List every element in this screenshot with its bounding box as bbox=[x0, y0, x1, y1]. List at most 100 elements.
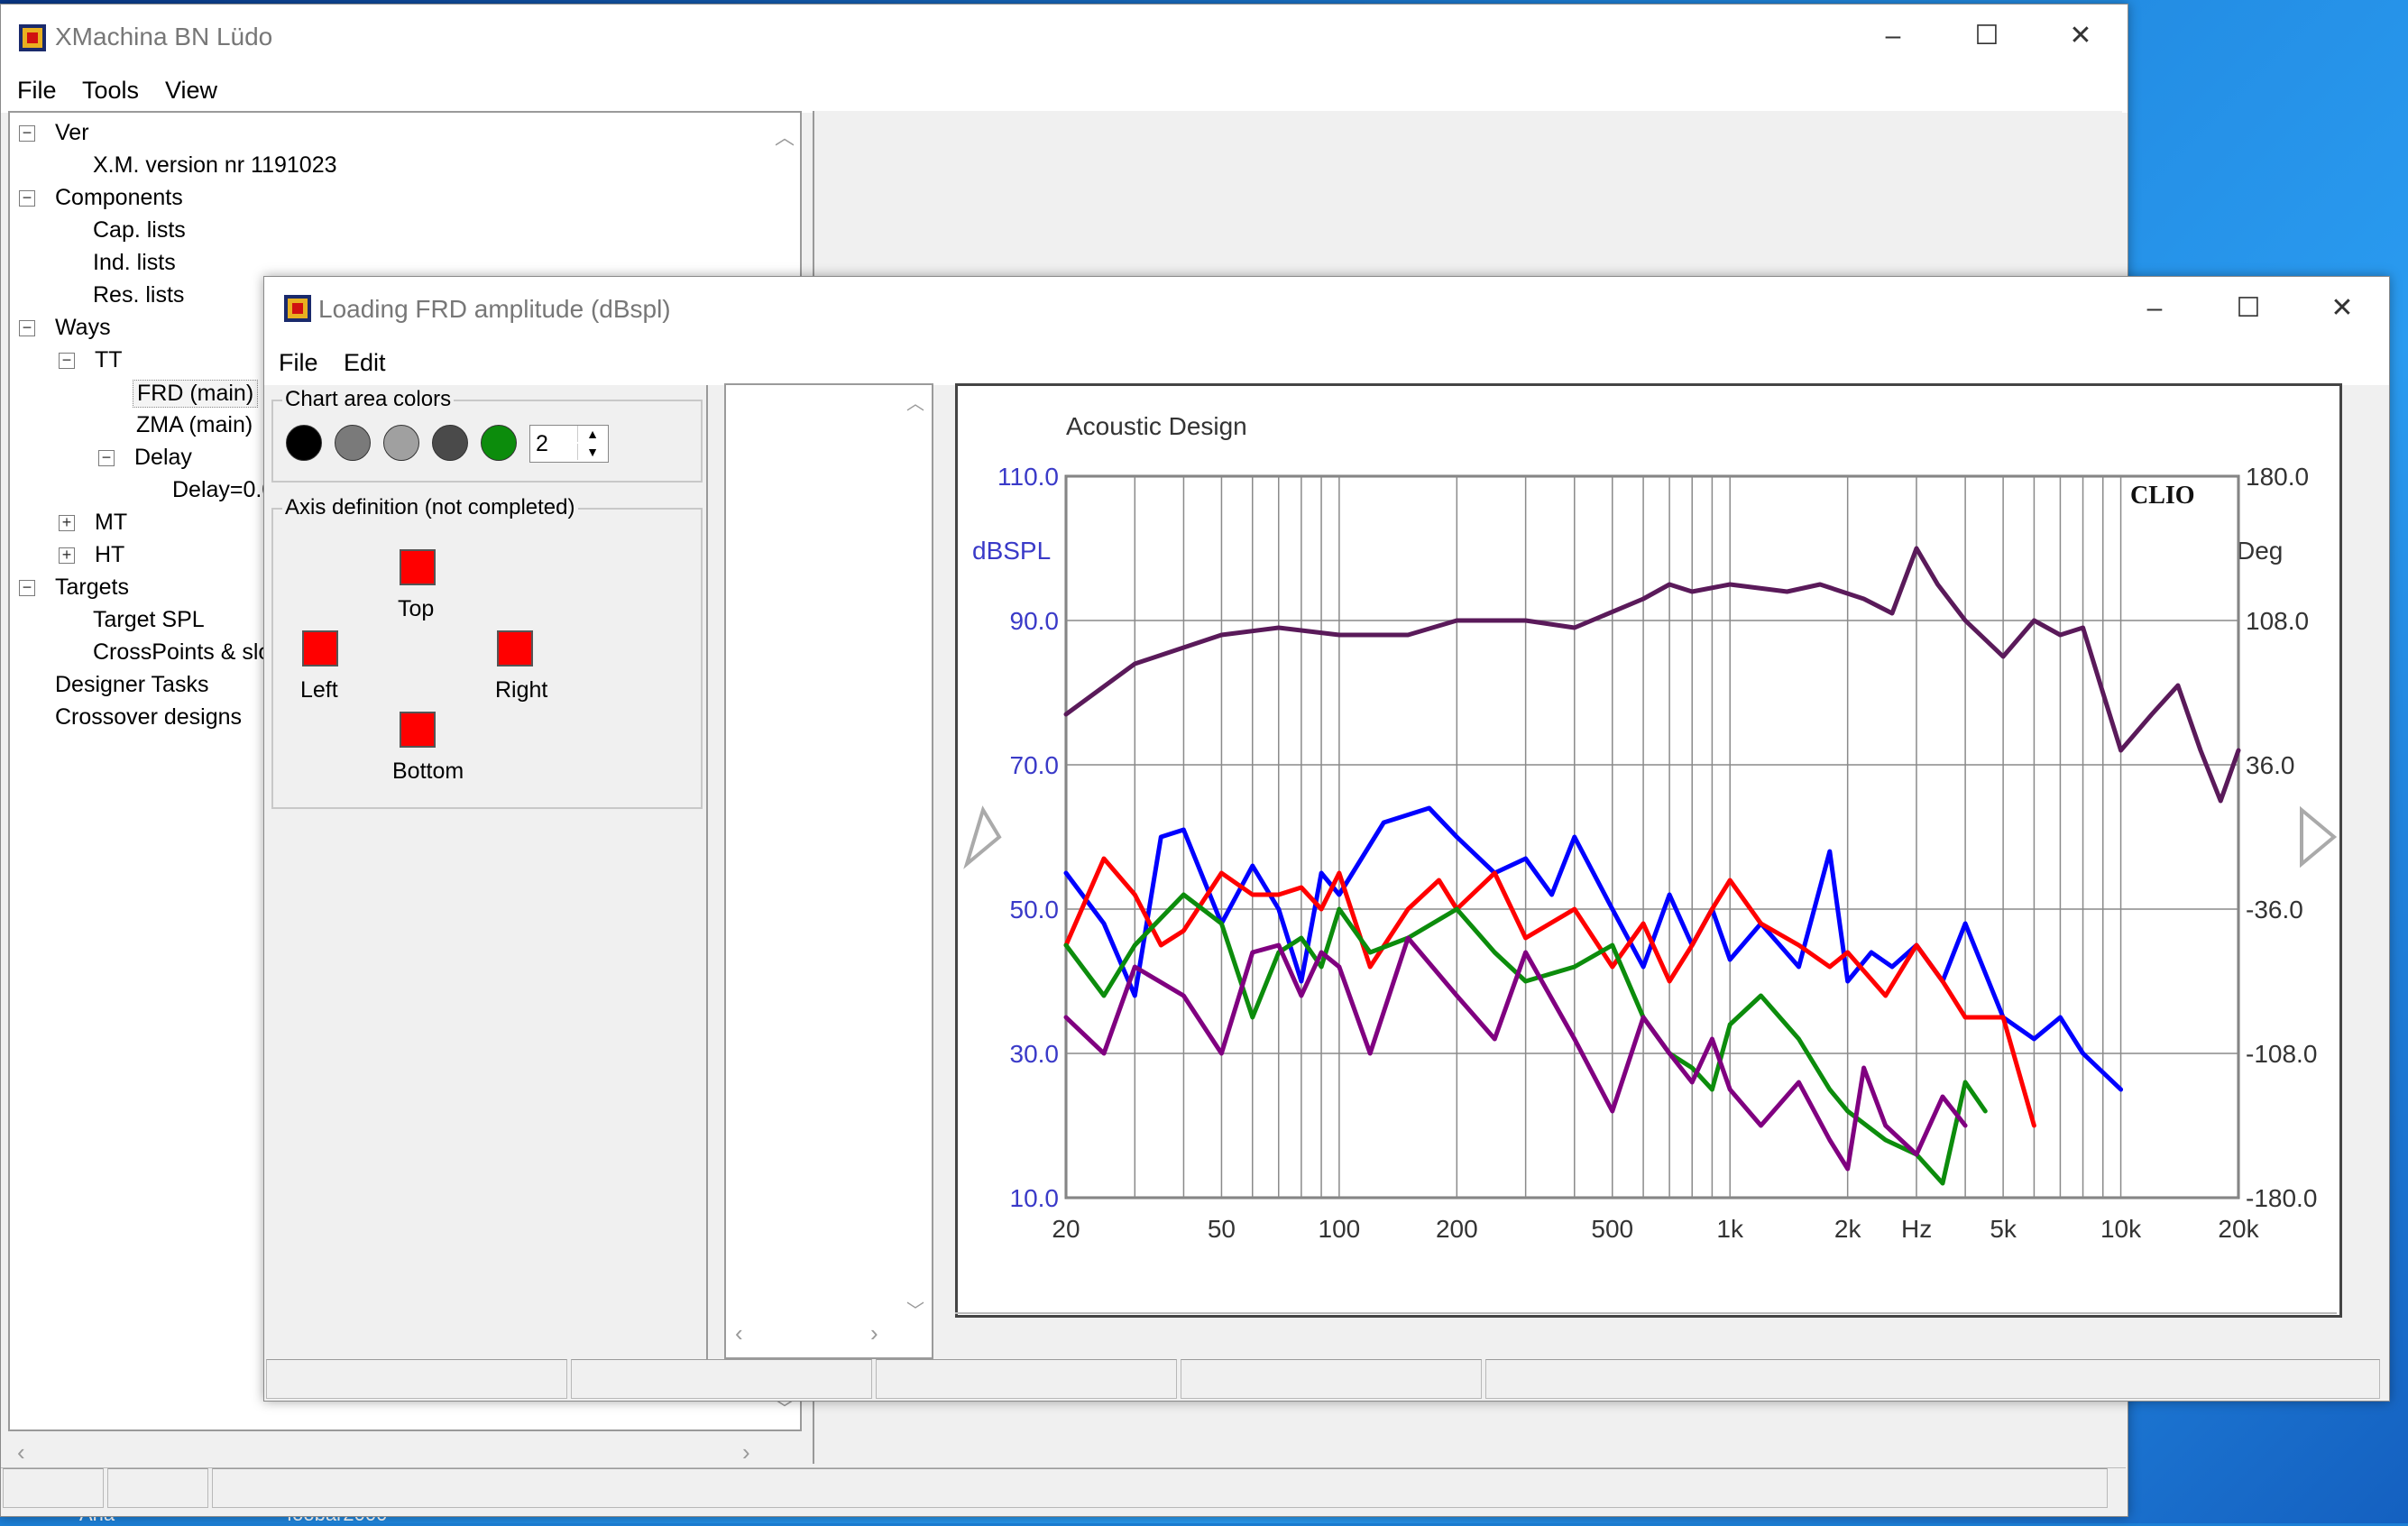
status-cell bbox=[876, 1359, 1177, 1399]
collapse-toggle[interactable]: − bbox=[19, 124, 35, 142]
list-scroll-up[interactable]: ︿ bbox=[906, 389, 924, 415]
y-tick-label-right: 36.0 bbox=[2246, 751, 2295, 779]
menu-view[interactable]: View bbox=[165, 77, 217, 105]
axis-left-label: Left bbox=[300, 677, 338, 703]
frd-menubar: File Edit bbox=[264, 340, 2389, 385]
y-tick-label-left: 30.0 bbox=[1010, 1040, 1060, 1068]
frd-close-button[interactable]: ✕ bbox=[2295, 277, 2389, 340]
expand-toggle[interactable]: + bbox=[59, 514, 75, 531]
tree-item-crossover-designs[interactable]: Crossover designs bbox=[55, 704, 242, 731]
list-scroll-down[interactable]: ﹀ bbox=[906, 1296, 924, 1322]
tree-item-frd-main[interactable]: FRD (main) bbox=[133, 380, 259, 408]
frd-menu-edit[interactable]: Edit bbox=[344, 349, 386, 377]
status-cell bbox=[3, 1468, 104, 1508]
chart-next-arrow-icon[interactable] bbox=[2300, 805, 2338, 869]
x-axis-label: Hz bbox=[1901, 1215, 1932, 1243]
tree-item-cap-lists[interactable]: Cap. lists bbox=[93, 217, 186, 244]
expand-toggle[interactable]: + bbox=[59, 547, 75, 564]
x-tick-label: 100 bbox=[1319, 1215, 1361, 1243]
tree-item-mt[interactable]: MT bbox=[95, 510, 127, 536]
color-swatch-black[interactable] bbox=[286, 425, 322, 461]
scroll-left-arrow[interactable]: ‹ bbox=[17, 1439, 25, 1466]
spinner-value: 2 bbox=[536, 431, 548, 456]
tree-item-target-spl[interactable]: Target SPL bbox=[93, 607, 205, 633]
status-cell bbox=[266, 1359, 567, 1399]
status-cell bbox=[1181, 1359, 1482, 1399]
minimize-button[interactable]: – bbox=[1846, 5, 1940, 68]
color-swatch-light-gray[interactable] bbox=[383, 425, 419, 461]
tree-item-version[interactable]: X.M. version nr 1191023 bbox=[93, 152, 337, 179]
y-tick-label-right: 180.0 bbox=[2246, 463, 2309, 491]
tree-item-res-lists[interactable]: Res. lists bbox=[93, 282, 184, 308]
axis-left-button[interactable] bbox=[302, 630, 338, 666]
tree-item-delay-value[interactable]: Delay=0.0 bbox=[172, 477, 274, 503]
x-tick-label: 10k bbox=[2100, 1215, 2142, 1243]
tree-item-components[interactable]: Components bbox=[55, 185, 183, 211]
x-tick-label: 5k bbox=[1990, 1215, 2017, 1243]
scroll-up-arrow[interactable]: ︿ bbox=[775, 122, 795, 151]
frd-minimize-button[interactable]: – bbox=[2108, 277, 2201, 340]
frd-titlebar[interactable]: Loading FRD amplitude (dBspl) – ☐ ✕ bbox=[264, 277, 2389, 340]
axis-right-button[interactable] bbox=[497, 630, 533, 666]
color-swatch-gray[interactable] bbox=[335, 425, 371, 461]
tree-item-ways[interactable]: Ways bbox=[55, 315, 111, 341]
chart-title: Acoustic Design bbox=[1066, 412, 1247, 440]
tree-item-ind-lists[interactable]: Ind. lists bbox=[93, 250, 176, 276]
app-icon bbox=[19, 24, 46, 51]
frd-window: Loading FRD amplitude (dBspl) – ☐ ✕ File… bbox=[263, 276, 2390, 1402]
chart-prev-arrow-icon[interactable] bbox=[963, 805, 1002, 869]
tree-item-targets[interactable]: Targets bbox=[55, 575, 129, 601]
y-tick-label-right: 108.0 bbox=[2246, 607, 2309, 635]
main-statusbar bbox=[1, 1467, 2126, 1510]
collapse-toggle[interactable]: − bbox=[98, 449, 115, 466]
tree-item-crosspoints[interactable]: CrossPoints & slop bbox=[93, 639, 283, 666]
spinner-down-icon[interactable]: ▼ bbox=[577, 444, 607, 460]
y-axis-left-label: dBSPL bbox=[972, 537, 1051, 565]
maximize-button[interactable]: ☐ bbox=[1940, 5, 2034, 68]
color-swatch-green[interactable] bbox=[481, 425, 517, 461]
status-cell bbox=[571, 1359, 872, 1399]
x-tick-label: 1k bbox=[1716, 1215, 1744, 1243]
tree-item-zma-main[interactable]: ZMA (main) bbox=[136, 412, 253, 438]
collapse-toggle[interactable]: − bbox=[59, 352, 75, 369]
tree-item-tt[interactable]: TT bbox=[95, 347, 123, 373]
x-tick-label: 500 bbox=[1591, 1215, 1633, 1243]
axis-bottom-label: Bottom bbox=[392, 758, 464, 784]
frd-menu-file[interactable]: File bbox=[279, 349, 318, 377]
color-swatch-dark-gray[interactable] bbox=[432, 425, 468, 461]
collapse-toggle[interactable]: − bbox=[19, 189, 35, 207]
axis-right-label: Right bbox=[495, 677, 548, 703]
x-tick-label: 20 bbox=[1052, 1215, 1080, 1243]
scroll-right-arrow[interactable]: › bbox=[742, 1439, 750, 1466]
menu-file[interactable]: File bbox=[17, 77, 57, 105]
menu-tools[interactable]: Tools bbox=[82, 77, 139, 105]
list-pane[interactable]: ︿ ﹀ ‹ › bbox=[724, 383, 933, 1359]
y-axis-right-label: Deg bbox=[2237, 537, 2283, 565]
tree-item-designer-tasks[interactable]: Designer Tasks bbox=[55, 672, 208, 698]
chart-colors-group: Chart area colors 2 ▲ ▼ bbox=[271, 387, 703, 483]
close-button[interactable]: ✕ bbox=[2034, 5, 2128, 68]
frd-window-title: Loading FRD amplitude (dBspl) bbox=[318, 295, 671, 323]
status-cell bbox=[107, 1468, 208, 1508]
frd-statusbar bbox=[264, 1359, 2389, 1401]
spinner-up-icon[interactable]: ▲ bbox=[577, 426, 607, 442]
color-index-spinner[interactable]: 2 ▲ ▼ bbox=[529, 425, 609, 463]
chart-area[interactable]: dBSPL Deg Hz 110.0 180.0 90.0 108.0 70.0 36.0… bbox=[955, 383, 2342, 1318]
axis-top-button[interactable] bbox=[400, 549, 436, 585]
main-titlebar[interactable]: XMachina BN Lüdo – ☐ ✕ bbox=[1, 5, 2128, 68]
frd-maximize-button[interactable]: ☐ bbox=[2201, 277, 2295, 340]
tree-item-ver[interactable]: Ver bbox=[55, 120, 89, 146]
status-cell bbox=[212, 1468, 2108, 1508]
main-window-title: XMachina BN Lüdo bbox=[55, 23, 273, 51]
tree-item-delay[interactable]: Delay bbox=[134, 445, 192, 471]
collapse-toggle[interactable]: − bbox=[19, 579, 35, 596]
chart-watermark: CLIO bbox=[2130, 482, 2195, 510]
y-tick-label-left: 50.0 bbox=[1010, 896, 1060, 924]
list-scroll-left[interactable]: ‹ bbox=[735, 1319, 743, 1347]
collapse-toggle[interactable]: − bbox=[19, 319, 35, 336]
list-scroll-right[interactable]: › bbox=[870, 1319, 878, 1347]
y-tick-label-right: -36.0 bbox=[2246, 896, 2303, 924]
x-tick-label: 2k bbox=[1834, 1215, 1862, 1243]
tree-item-ht[interactable]: HT bbox=[95, 542, 124, 568]
axis-bottom-button[interactable] bbox=[400, 712, 436, 748]
